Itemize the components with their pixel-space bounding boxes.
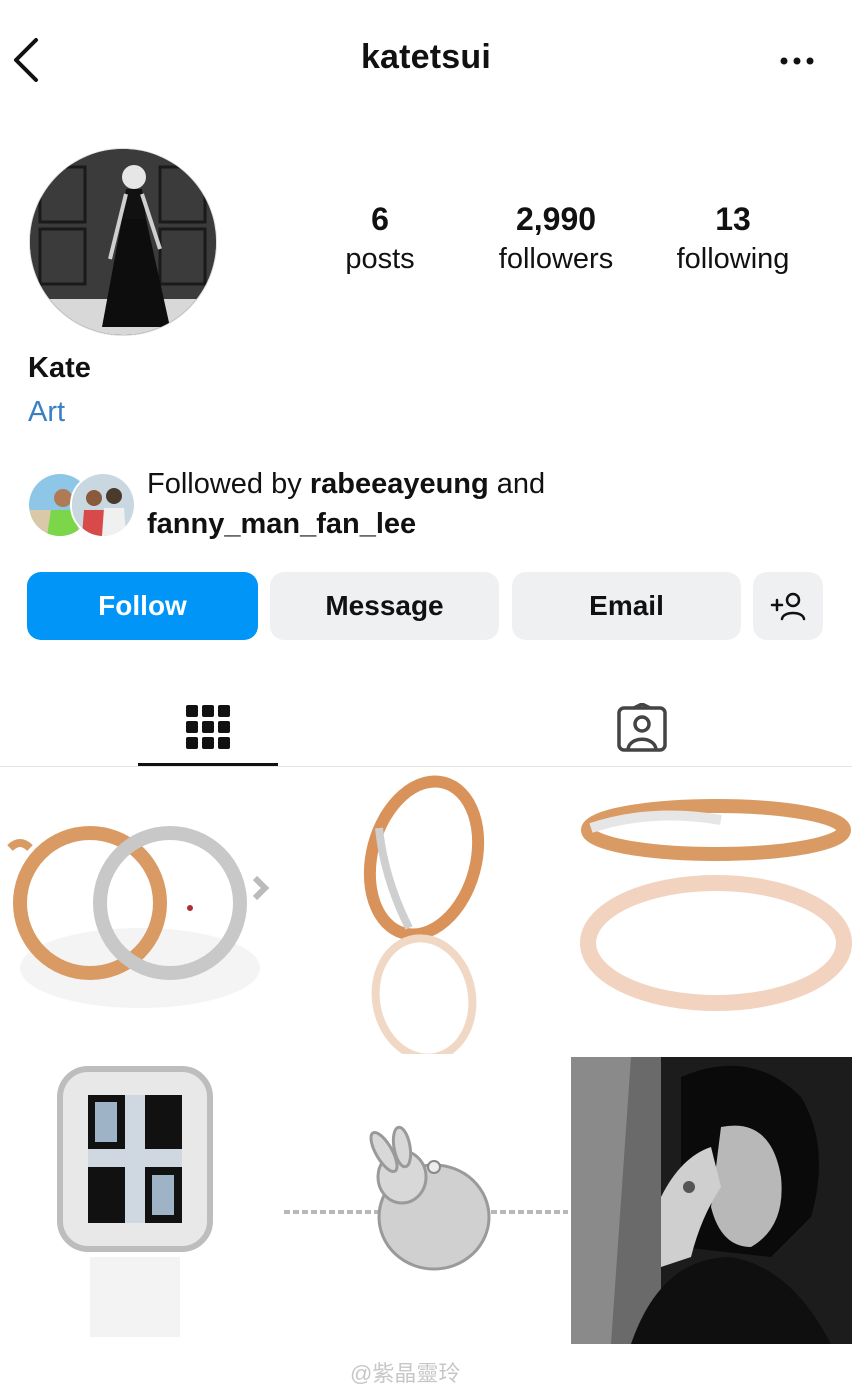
- tab-tagged[interactable]: [572, 690, 712, 766]
- more-horizontal-icon: [780, 57, 814, 65]
- followers-count-value: 2,990: [515, 201, 597, 237]
- mutual-follower-link[interactable]: rabeeayeung: [310, 468, 489, 500]
- following-count[interactable]: 13 following: [648, 198, 818, 278]
- mutual-follower-link[interactable]: fanny_man_fan_lee: [147, 508, 416, 540]
- followed-by-text: Followed by rabeeayeung and fanny_man_fa…: [147, 464, 767, 544]
- following-count-value: 13: [715, 201, 751, 237]
- post-thumbnail[interactable]: [0, 768, 281, 1054]
- followers-count-label: followers: [498, 243, 614, 275]
- followed-by-joiner: and: [496, 468, 546, 500]
- grid-icon: [186, 704, 230, 749]
- message-button[interactable]: Message: [270, 572, 499, 640]
- profile-display-name: Kate: [28, 352, 91, 384]
- followed-by-prefix: Followed by: [147, 468, 302, 500]
- tab-divider: [0, 766, 852, 767]
- email-button[interactable]: Email: [512, 572, 741, 640]
- posts-count-label: posts: [345, 243, 415, 275]
- watermark-text: @紫晶靈玲: [350, 1361, 461, 1386]
- posts-count[interactable]: 6 posts: [295, 198, 465, 278]
- profile-category: Art: [28, 396, 66, 428]
- profile-username-title: katetsui: [360, 38, 492, 76]
- posts-count-value: 6: [371, 201, 389, 237]
- following-count-label: following: [676, 243, 790, 275]
- follow-button[interactable]: Follow: [27, 572, 258, 640]
- suggested-accounts-button[interactable]: [753, 572, 823, 640]
- followers-count[interactable]: 2,990 followers: [471, 198, 641, 278]
- post-thumbnail[interactable]: [0, 1057, 281, 1344]
- profile-avatar[interactable]: [29, 148, 217, 336]
- add-person-icon: [770, 592, 806, 621]
- tagged-person-icon: [617, 703, 667, 752]
- mutual-follower-avatar[interactable]: [70, 472, 136, 538]
- more-options-button[interactable]: [770, 46, 824, 76]
- tab-posts-grid[interactable]: [138, 690, 278, 766]
- post-thumbnail[interactable]: [284, 768, 568, 1054]
- post-thumbnail[interactable]: [571, 1057, 852, 1344]
- post-thumbnail[interactable]: [571, 768, 852, 1054]
- post-thumbnail[interactable]: [284, 1057, 568, 1344]
